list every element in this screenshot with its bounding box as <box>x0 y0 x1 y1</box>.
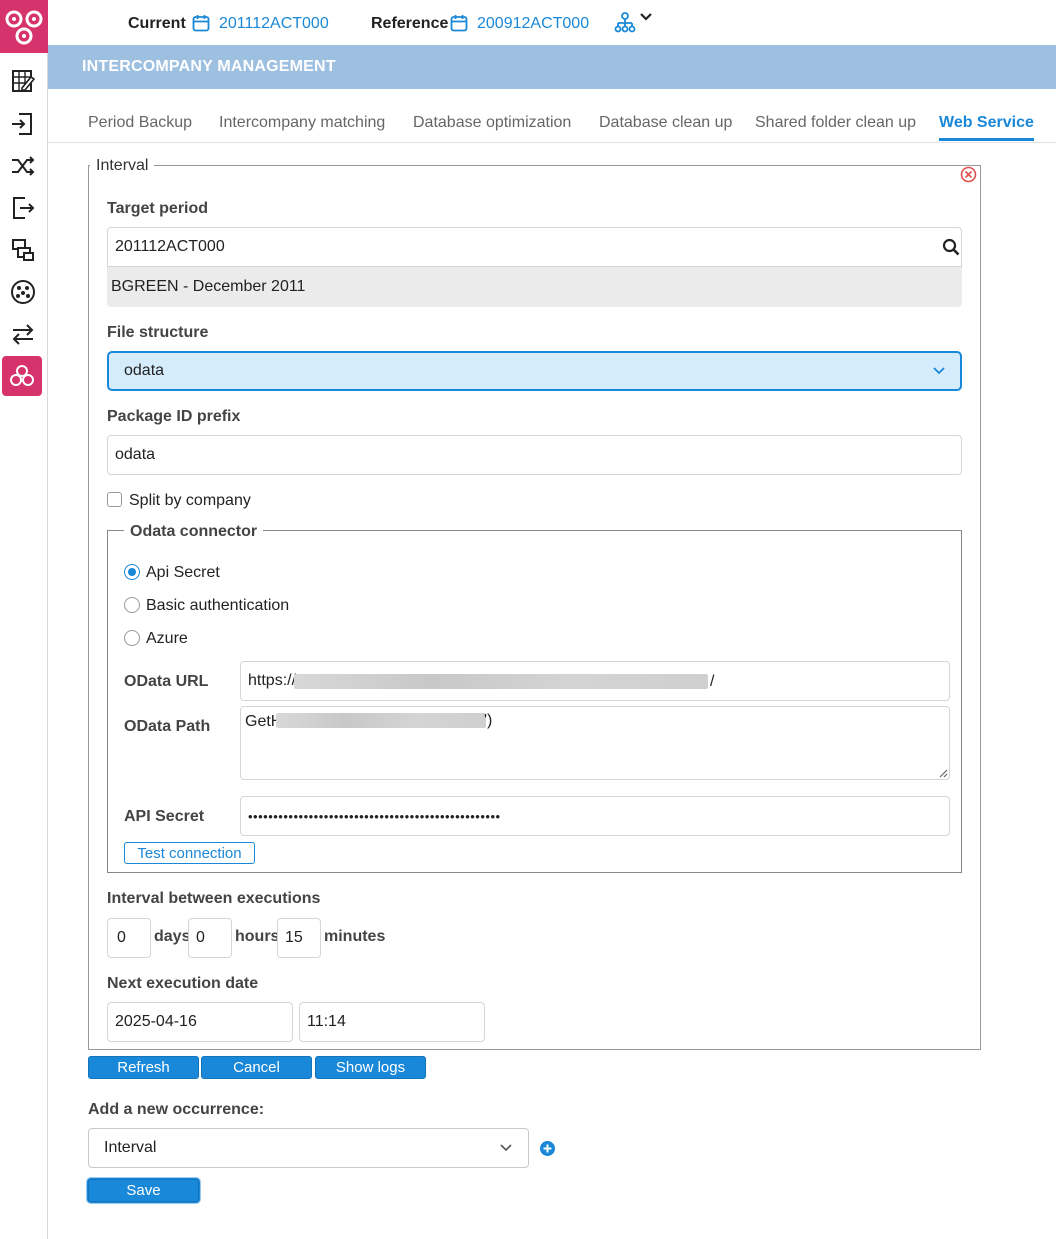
api-secret-value: ••••••••••••••••••••••••••••••••••••••••… <box>248 808 501 824</box>
current-label: Current <box>128 15 186 32</box>
package-id-prefix-value: odata <box>115 446 156 463</box>
close-icon[interactable] <box>960 166 977 183</box>
sign-in-icon <box>12 113 32 135</box>
target-period-label: Target period <box>107 200 209 217</box>
minutes-label: minutes <box>324 928 386 945</box>
package-id-prefix-label: Package ID prefix <box>107 408 241 425</box>
hours-label: hours <box>235 928 280 945</box>
days-label: days <box>154 928 191 945</box>
sign-out-icon <box>13 197 35 219</box>
odata-path-suffix: ') <box>484 712 493 729</box>
next-execution-label: Next execution date <box>107 975 259 992</box>
logo-icon <box>5 10 43 44</box>
api-secret-input[interactable]: ••••••••••••••••••••••••••••••••••••••••… <box>240 796 950 836</box>
calendar-icon[interactable] <box>192 14 210 32</box>
radio-api-secret-label: Api Secret <box>146 564 220 581</box>
page-title: INTERCOMPANY MANAGEMENT <box>82 58 336 75</box>
days-input[interactable]: 0 <box>107 918 151 958</box>
calendar-icon[interactable] <box>450 14 468 32</box>
radio-azure[interactable] <box>124 630 140 646</box>
file-structure-value: odata <box>124 362 165 379</box>
globe-network-icon <box>11 280 35 304</box>
split-by-company-label: Split by company <box>129 492 251 509</box>
sidebar <box>0 0 48 1239</box>
file-structure-select[interactable]: odata <box>107 351 962 391</box>
hours-input[interactable]: 0 <box>188 918 232 958</box>
chevron-down-icon <box>933 367 945 375</box>
hours-value: 0 <box>196 929 205 946</box>
odata-url-suffix: / <box>710 673 715 690</box>
tab-shared-folder-clean-up[interactable]: Shared folder clean up <box>755 114 916 132</box>
shuffle-icon <box>12 156 35 176</box>
odata-connector-legend: Odata connector <box>124 523 264 541</box>
radio-basic-authentication-label: Basic authentication <box>146 597 290 614</box>
tab-bar: Period Backup Intercompany matching Data… <box>48 89 1056 143</box>
current-period-link[interactable]: 201112ACT000 <box>219 15 329 33</box>
top-bar: Current 201112ACT000 Reference 200912ACT… <box>48 0 1056 45</box>
interval-legend: Interval <box>90 157 155 175</box>
app-logo[interactable] <box>0 0 48 53</box>
reference-period-link[interactable]: 200912ACT000 <box>477 15 589 33</box>
target-period-value: 201112ACT000 <box>115 238 225 255</box>
odata-path-label: OData Path <box>124 718 211 735</box>
redacted-url <box>294 674 708 689</box>
occurrence-type-value: Interval <box>104 1139 157 1156</box>
radio-basic-authentication[interactable] <box>124 597 140 613</box>
split-by-company-checkbox[interactable] <box>107 492 122 507</box>
days-value: 0 <box>117 929 126 946</box>
sidebar-item-import[interactable] <box>8 109 38 139</box>
show-logs-button[interactable]: Show logs <box>315 1056 426 1079</box>
minutes-input[interactable]: 15 <box>277 918 321 958</box>
radio-azure-label: Azure <box>146 630 188 647</box>
package-id-prefix-input[interactable]: odata <box>107 435 962 475</box>
api-secret-label: API Secret <box>124 808 205 825</box>
next-execution-date-value: 2025-04-16 <box>115 1013 197 1030</box>
sidebar-item-consolidation[interactable] <box>8 235 38 265</box>
sidebar-item-edit-sheet[interactable] <box>8 66 38 96</box>
resize-handle-icon[interactable] <box>938 768 948 778</box>
target-period-description: BGREEN - December 2011 <box>107 267 962 307</box>
reference-label: Reference <box>371 15 449 32</box>
tab-intercompany-matching[interactable]: Intercompany matching <box>219 114 385 132</box>
sidebar-item-shuffle[interactable] <box>8 151 38 181</box>
odata-url-label: OData URL <box>124 673 209 690</box>
next-execution-time-input[interactable]: 11:14 <box>299 1002 485 1042</box>
test-connection-button[interactable]: Test connection <box>124 842 255 864</box>
sidebar-item-export[interactable] <box>8 193 38 223</box>
add-circle-icon[interactable] <box>539 1140 556 1157</box>
target-period-input[interactable]: 201112ACT000 <box>107 227 962 267</box>
minutes-value: 15 <box>285 929 303 946</box>
edit-grid-icon <box>12 70 36 92</box>
page-banner: INTERCOMPANY MANAGEMENT <box>48 45 1056 89</box>
tab-web-service[interactable]: Web Service <box>939 114 1034 141</box>
occurrence-type-select[interactable]: Interval <box>88 1128 529 1168</box>
radio-api-secret[interactable] <box>124 564 140 580</box>
org-tree-dropdown-icon[interactable] <box>614 11 658 35</box>
file-structure-label: File structure <box>107 324 209 341</box>
refresh-button[interactable]: Refresh <box>88 1056 199 1079</box>
cancel-button[interactable]: Cancel <box>201 1056 312 1079</box>
search-icon[interactable] <box>942 238 960 256</box>
redacted-path <box>276 713 486 728</box>
interval-between-label: Interval between executions <box>107 890 321 907</box>
sidebar-item-network[interactable] <box>8 277 38 307</box>
sidebar-item-transfer[interactable] <box>8 319 38 349</box>
chevron-down-icon <box>500 1144 512 1152</box>
odata-url-prefix: https:// <box>248 672 297 689</box>
tab-period-backup[interactable]: Period Backup <box>88 114 192 132</box>
next-execution-time-value: 11:14 <box>307 1013 346 1030</box>
tab-database-clean-up[interactable]: Database clean up <box>599 114 732 132</box>
add-occurrence-label: Add a new occurrence: <box>88 1101 265 1118</box>
layers-icon <box>12 239 34 261</box>
save-button[interactable]: Save <box>88 1179 199 1202</box>
swap-arrows-icon <box>12 324 34 345</box>
tab-database-optimization[interactable]: Database optimization <box>413 114 571 132</box>
sidebar-item-intercompany[interactable] <box>2 356 42 396</box>
next-execution-date-input[interactable]: 2025-04-16 <box>107 1002 293 1042</box>
intercompany-icon <box>10 365 34 386</box>
